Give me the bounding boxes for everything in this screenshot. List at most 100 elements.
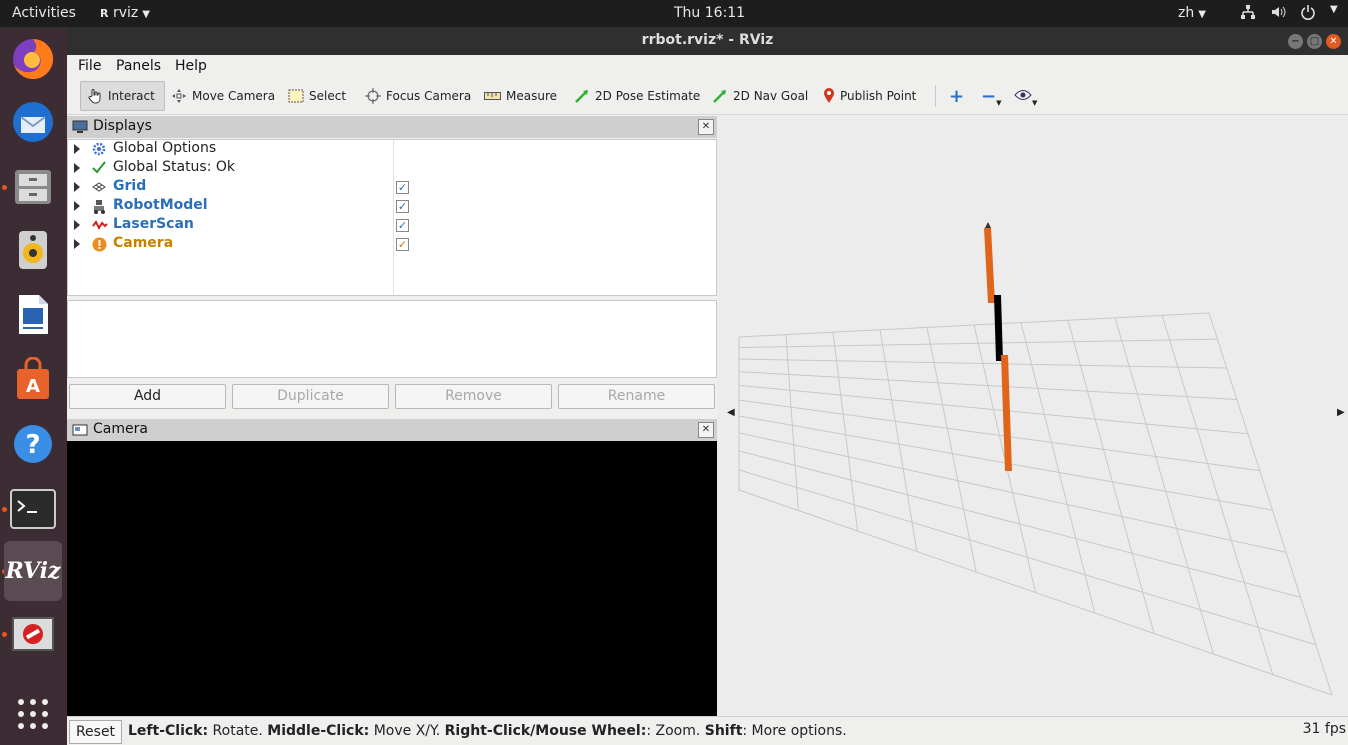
hint-key: Left-Click: bbox=[128, 723, 209, 739]
reset-button[interactable]: Reset bbox=[69, 720, 122, 744]
minus-icon: − bbox=[981, 85, 997, 107]
help-icon: ? bbox=[11, 422, 55, 466]
view-menu-button[interactable]: ▼ bbox=[1014, 81, 1037, 111]
check-icon bbox=[92, 161, 106, 179]
tool-select-label: Select bbox=[309, 89, 347, 103]
hint-text: : More options. bbox=[742, 723, 847, 739]
tool-2d-pose-estimate[interactable]: 2D Pose Estimate bbox=[574, 81, 700, 111]
rviz-icon: RViz bbox=[5, 558, 61, 584]
display-item-laserscan[interactable]: LaserScan ✓ bbox=[68, 216, 716, 235]
remove-tool-button[interactable]: − ▼ bbox=[981, 81, 1001, 111]
displays-panel-header[interactable]: Displays ✕ bbox=[67, 116, 717, 138]
chevron-down-icon: ▼ bbox=[1032, 99, 1038, 107]
robot-link-top bbox=[984, 228, 995, 303]
move-arrows-icon bbox=[171, 88, 187, 104]
show-applications-button[interactable] bbox=[6, 687, 60, 741]
speaker-icon bbox=[11, 227, 55, 271]
render-3d-view[interactable]: ◀ ▶ bbox=[717, 115, 1348, 716]
tool-bar: Interact Move Camera Select Focus Camera… bbox=[67, 78, 1348, 115]
tool-focus-camera-label: Focus Camera bbox=[386, 89, 472, 103]
system-top-bar: Activities R rviz ▼ Thu 16:11 zh ▼ ▼ bbox=[0, 0, 1348, 27]
tool-move-camera-label: Move Camera bbox=[192, 89, 276, 103]
camera-panel-header[interactable]: Camera ✕ bbox=[67, 419, 717, 441]
files-launcher[interactable] bbox=[6, 159, 60, 213]
enabled-checkbox[interactable]: ✓ bbox=[396, 181, 409, 194]
tool-interact[interactable]: Interact bbox=[80, 81, 165, 111]
expand-arrow-icon[interactable] bbox=[74, 144, 80, 154]
tool-measure[interactable]: Measure bbox=[484, 81, 557, 111]
tool-2d-nav-goal[interactable]: 2D Nav Goal bbox=[712, 81, 808, 111]
crosshair-icon bbox=[365, 88, 381, 104]
green-arrow-icon bbox=[574, 88, 590, 104]
display-item-global-options[interactable]: Global Options bbox=[68, 140, 716, 159]
tool-publish-point-label: Publish Point bbox=[840, 89, 917, 103]
blocked-app-launcher[interactable] bbox=[6, 607, 60, 661]
app-menu-label: rviz bbox=[112, 5, 139, 21]
minimize-button[interactable]: − bbox=[1288, 34, 1303, 49]
thunderbird-icon bbox=[10, 99, 56, 145]
left-arrow-icon[interactable]: ◀ bbox=[727, 407, 735, 418]
expand-arrow-icon[interactable] bbox=[74, 220, 80, 230]
expand-arrow-icon[interactable] bbox=[74, 201, 80, 211]
right-arrow-icon[interactable]: ▶ bbox=[1337, 407, 1345, 418]
menu-file[interactable]: File bbox=[78, 58, 101, 74]
thunderbird-launcher[interactable] bbox=[6, 95, 60, 149]
expand-arrow-icon[interactable] bbox=[74, 239, 80, 249]
writer-launcher[interactable] bbox=[6, 287, 60, 341]
display-item-global-status[interactable]: Global Status: Ok bbox=[68, 159, 716, 178]
grid-line bbox=[1208, 312, 1333, 696]
display-item-robotmodel[interactable]: RobotModel ✓ bbox=[68, 197, 716, 216]
display-item-label: Grid bbox=[113, 178, 147, 194]
power-icon bbox=[1300, 4, 1316, 24]
fps-counter: 31 fps bbox=[1302, 721, 1346, 737]
display-item-camera[interactable]: Camera ✓ bbox=[68, 235, 716, 254]
status-bar: Reset Left-Click: Rotate. Middle-Click: … bbox=[67, 716, 1348, 745]
tool-move-camera[interactable]: Move Camera bbox=[171, 81, 275, 111]
activities-button[interactable]: Activities bbox=[12, 5, 76, 21]
file-cabinet-icon bbox=[11, 164, 55, 208]
expand-arrow-icon[interactable] bbox=[74, 163, 80, 173]
mouse-hint: Left-Click: Rotate. Middle-Click: Move X… bbox=[128, 723, 847, 739]
add-display-button[interactable]: Add bbox=[69, 384, 226, 409]
enabled-checkbox[interactable]: ✓ bbox=[396, 219, 409, 232]
menu-panels[interactable]: Panels bbox=[116, 58, 161, 74]
remove-display-button[interactable]: Remove bbox=[395, 384, 552, 409]
volume-icon bbox=[1270, 4, 1286, 24]
display-item-label: Camera bbox=[113, 235, 174, 251]
ruler-icon bbox=[484, 92, 501, 100]
hint-text: Move X/Y. bbox=[369, 723, 445, 739]
system-tray[interactable]: ▼ bbox=[1240, 4, 1338, 24]
maximize-button[interactable]: □ bbox=[1307, 34, 1322, 49]
terminal-launcher[interactable] bbox=[6, 482, 60, 536]
tool-2d-pose-estimate-label: 2D Pose Estimate bbox=[595, 89, 701, 103]
chevron-down-icon: ▼ bbox=[142, 9, 150, 20]
close-button[interactable]: ✕ bbox=[1326, 34, 1341, 49]
clock[interactable]: Thu 16:11 bbox=[674, 5, 745, 21]
rename-display-button[interactable]: Rename bbox=[558, 384, 715, 409]
app-menu[interactable]: R rviz ▼ bbox=[100, 5, 150, 21]
grid-icon bbox=[92, 180, 106, 198]
tool-publish-point[interactable]: Publish Point bbox=[823, 81, 916, 111]
duplicate-display-button[interactable]: Duplicate bbox=[232, 384, 389, 409]
camera-image-view[interactable] bbox=[67, 441, 717, 716]
close-panel-button[interactable]: ✕ bbox=[698, 119, 714, 135]
camera-panel-title: Camera bbox=[93, 421, 148, 437]
help-launcher[interactable]: ? bbox=[6, 417, 60, 471]
tool-focus-camera[interactable]: Focus Camera bbox=[365, 81, 471, 111]
firefox-launcher[interactable] bbox=[6, 32, 60, 86]
software-launcher[interactable]: A bbox=[6, 352, 60, 406]
menu-help[interactable]: Help bbox=[175, 58, 207, 74]
enabled-checkbox[interactable]: ✓ bbox=[396, 238, 409, 251]
rviz-launcher[interactable]: RViz bbox=[4, 541, 62, 601]
display-item-grid[interactable]: Grid ✓ bbox=[68, 178, 716, 197]
add-tool-button[interactable]: + bbox=[949, 81, 964, 111]
expand-arrow-icon[interactable] bbox=[74, 182, 80, 192]
input-language[interactable]: zh ▼ bbox=[1178, 5, 1206, 21]
tool-select[interactable]: Select bbox=[288, 81, 346, 111]
enabled-checkbox[interactable]: ✓ bbox=[396, 200, 409, 213]
close-panel-button[interactable]: ✕ bbox=[698, 422, 714, 438]
window-title-bar[interactable]: rrbot.rviz* - RViz − □ ✕ bbox=[67, 27, 1348, 55]
3d-scene bbox=[738, 222, 1333, 696]
display-item-label: Global Options bbox=[113, 140, 217, 156]
rhythmbox-launcher[interactable] bbox=[6, 222, 60, 276]
